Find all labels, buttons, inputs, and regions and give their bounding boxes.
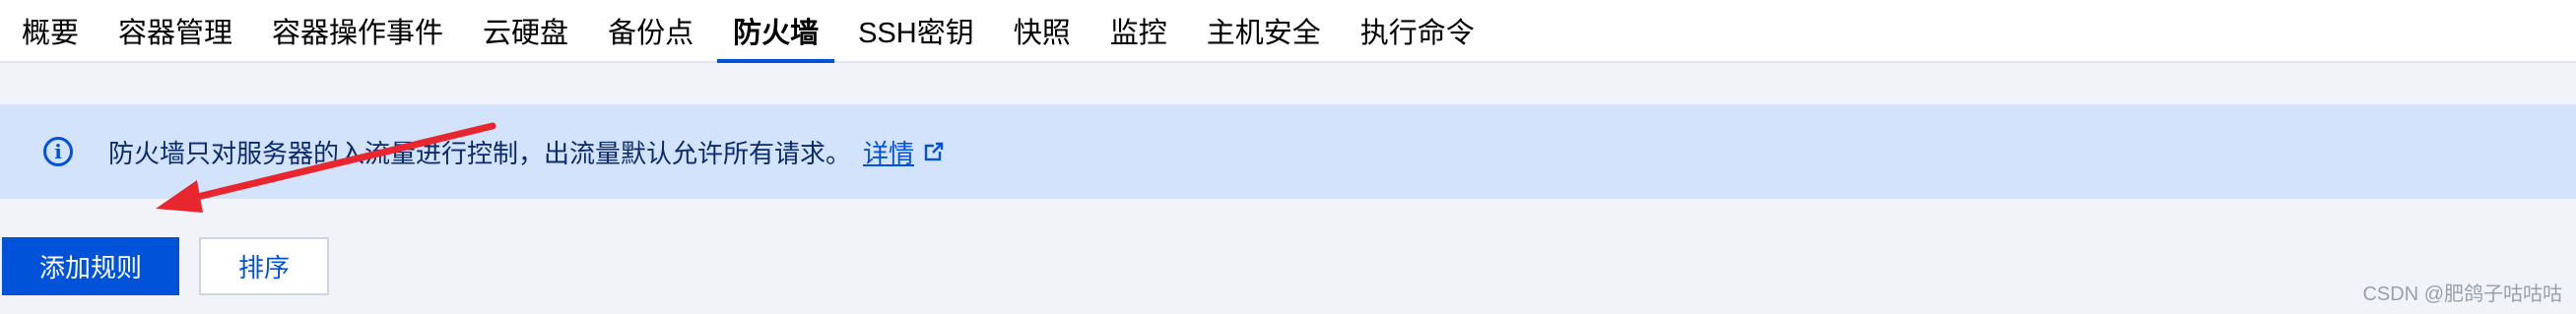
watermark-text: CSDN @肥鸽子咕咕咕 [2362,283,2562,305]
tab-execute-command[interactable]: 执行命令 [1360,0,1514,61]
info-icon: i [43,137,73,166]
tab-snapshots[interactable]: 快照 [1014,0,1110,61]
tab-bar: 概要 容器管理 容器操作事件 云硬盘 备份点 防火墙 SSH密钥 快照 监控 主… [0,0,2576,63]
firewall-info-notice: i 防火墙只对服务器的入流量进行控制，出流量默认允许所有请求。 详情 [0,104,2576,199]
sort-button[interactable]: 排序 [199,237,329,295]
tab-host-security[interactable]: 主机安全 [1207,0,1360,61]
details-link[interactable]: 详情 [863,134,914,170]
add-rule-button[interactable]: 添加规则 [2,237,179,295]
tab-monitoring[interactable]: 监控 [1110,0,1207,61]
external-link-icon[interactable] [924,142,944,161]
tab-cloud-disk[interactable]: 云硬盘 [483,0,608,61]
notice-text: 防火墙只对服务器的入流量进行控制，出流量默认允许所有请求。 [108,138,852,168]
tab-firewall[interactable]: 防火墙 [717,0,858,63]
tab-container-management[interactable]: 容器管理 [118,0,272,61]
tab-overview[interactable]: 概要 [0,0,118,61]
tab-backup-points[interactable]: 备份点 [608,0,733,61]
tab-ssh-keys[interactable]: SSH密钥 [858,0,1014,61]
tab-container-events[interactable]: 容器操作事件 [272,0,483,61]
